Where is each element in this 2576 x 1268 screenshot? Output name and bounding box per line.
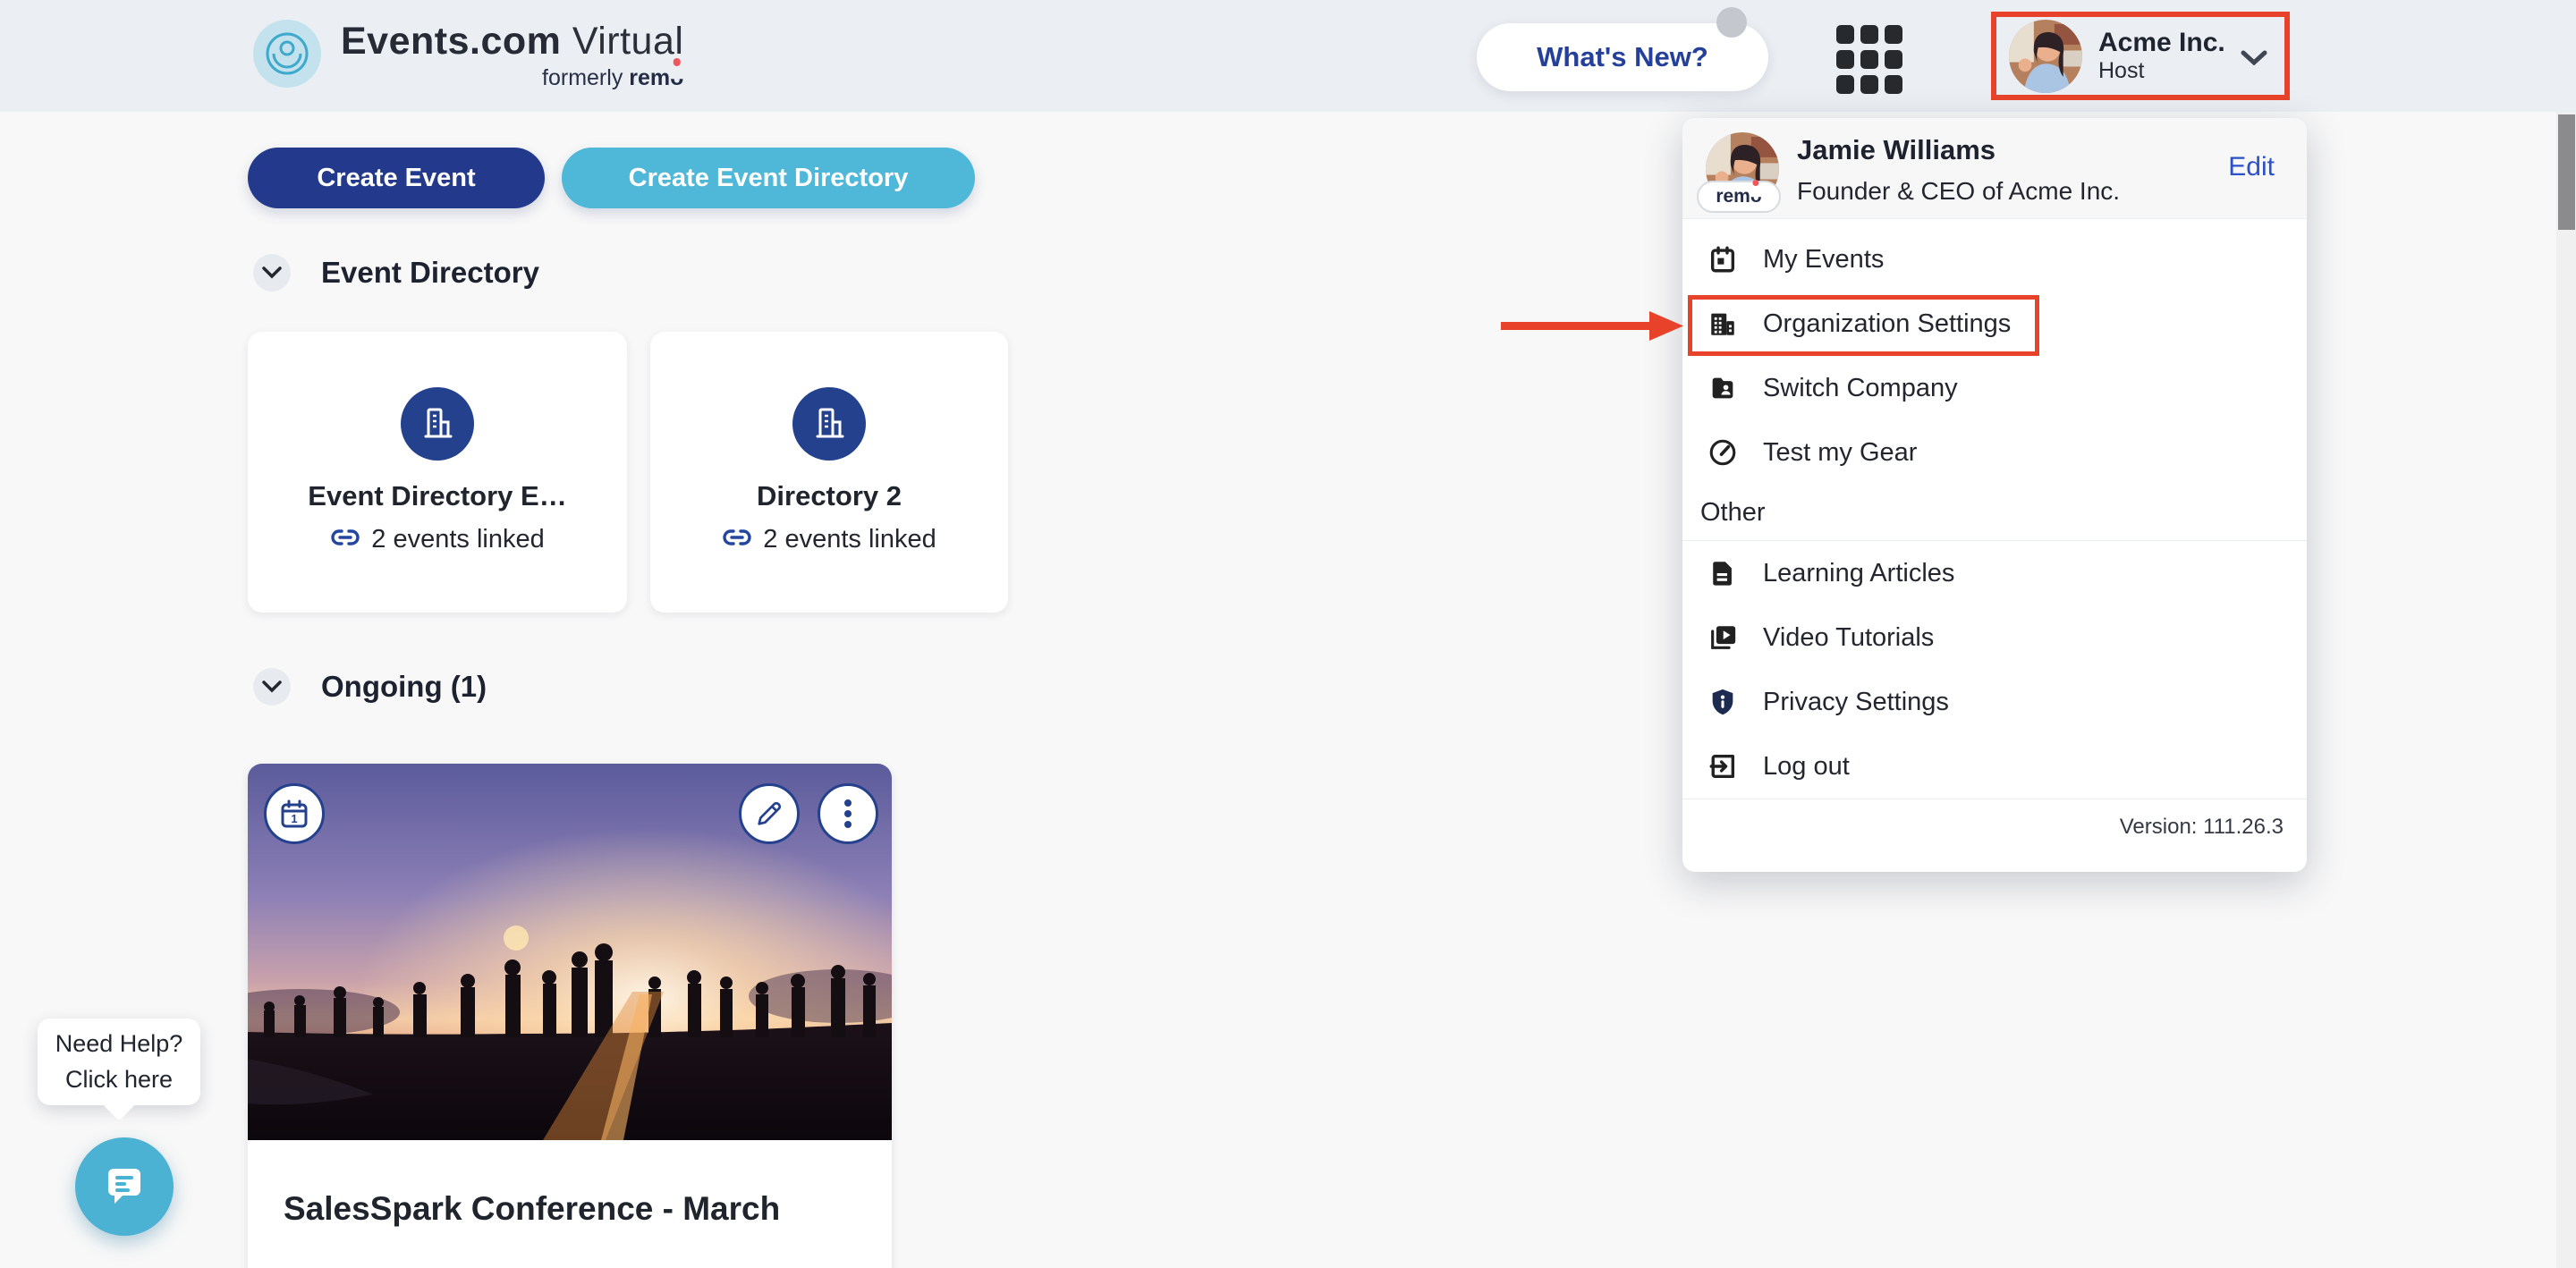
- menu-item-my-events[interactable]: My Events: [1682, 227, 2307, 292]
- video-library-icon: [1704, 622, 1741, 653]
- account-text: Acme Inc. Host: [2098, 28, 2225, 84]
- notification-dot: [1716, 7, 1747, 38]
- section-title: Ongoing (1): [321, 670, 487, 703]
- event-directory-section-header: Event Directory: [253, 254, 539, 292]
- event-title: SalesSpark Conference - March: [284, 1190, 781, 1227]
- remo-smile-glyph: ᴗ: [670, 65, 684, 90]
- events-logo-icon: [253, 20, 321, 88]
- scrollbar-track[interactable]: [2556, 112, 2576, 1268]
- create-event-directory-button[interactable]: Create Event Directory: [562, 148, 975, 208]
- building-icon: [401, 387, 474, 461]
- menu-item-switch-company[interactable]: Switch Company: [1682, 356, 2307, 420]
- speedometer-icon: [1704, 437, 1741, 468]
- collapse-chevron-icon[interactable]: [253, 668, 291, 706]
- scrollbar-thumb[interactable]: [2558, 114, 2575, 230]
- event-cover-photo: 1: [248, 764, 892, 1140]
- link-icon: [722, 525, 752, 554]
- directory-card-title: Event Directory E…: [308, 480, 567, 511]
- top-header: Events.com Virtual formerly remᴗ What's …: [0, 0, 2576, 112]
- organization-icon: [1704, 309, 1741, 339]
- edit-event-button[interactable]: [739, 783, 800, 844]
- collapse-chevron-icon[interactable]: [253, 254, 291, 292]
- dropdown-user-header: rem ᴗ Jamie Williams Founder & CEO of Acm…: [1682, 118, 2307, 219]
- menu-item-video-tutorials[interactable]: Video Tutorials: [1682, 605, 2307, 670]
- edit-profile-link[interactable]: Edit: [2228, 152, 2275, 182]
- dropdown-menu-list: My Events Organization Settings Switch C…: [1682, 219, 2307, 855]
- brand-name-bold: Events.com: [341, 20, 562, 63]
- directory-card-title: Directory 2: [757, 480, 902, 511]
- logout-icon: [1704, 751, 1741, 782]
- event-card[interactable]: 1 SalesSpark Conference - March: [248, 764, 892, 1268]
- remo-badge: rem ᴗ: [1697, 181, 1781, 213]
- directory-card-1[interactable]: Event Directory E… 2 events linked: [248, 332, 627, 613]
- account-dropdown-menu: rem ᴗ Jamie Williams Founder & CEO of Acm…: [1682, 118, 2307, 872]
- create-event-button[interactable]: Create Event: [248, 148, 545, 208]
- directory-card-2[interactable]: Directory 2 2 events linked: [650, 332, 1008, 613]
- link-icon: [330, 525, 360, 554]
- brand-text: Events.com Virtual formerly remᴗ: [341, 20, 683, 91]
- menu-section-other: Other: [1700, 497, 1766, 527]
- linked-events: 2 events linked: [722, 525, 936, 554]
- menu-item-test-my-gear[interactable]: Test my Gear: [1682, 420, 2307, 485]
- menu-item-learning-articles[interactable]: Learning Articles: [1682, 541, 2307, 605]
- account-company: Acme Inc.: [2098, 27, 2225, 57]
- page: Events.com Virtual formerly remᴗ What's …: [0, 0, 2576, 1268]
- event-date-badge: 1: [264, 783, 325, 844]
- dropdown-avatar: rem ᴗ: [1697, 132, 1781, 213]
- user-subtitle: Founder & CEO of Acme Inc.: [1797, 177, 2121, 205]
- account-role: Host: [2098, 58, 2145, 84]
- folder-user-icon: [1704, 373, 1741, 403]
- menu-item-log-out[interactable]: Log out: [1682, 734, 2307, 799]
- apps-grid-icon[interactable]: [1836, 25, 1904, 94]
- menu-item-organization-settings[interactable]: Organization Settings: [1682, 292, 2307, 356]
- section-title: Event Directory: [321, 256, 539, 289]
- account-menu-trigger[interactable]: Acme Inc. Host: [1991, 12, 2290, 100]
- user-name: Jamie Williams: [1797, 134, 1996, 165]
- brand-logo: Events.com Virtual formerly remᴗ: [253, 20, 683, 91]
- brand-name-light: Virtual: [572, 20, 684, 63]
- shield-info-icon: [1704, 687, 1741, 717]
- article-icon: [1704, 558, 1741, 588]
- linked-events: 2 events linked: [330, 525, 545, 554]
- svg-text:1: 1: [291, 812, 297, 825]
- help-chat-button[interactable]: [75, 1137, 174, 1236]
- annotation-arrow: [1501, 308, 1683, 348]
- chat-bubble-icon: [101, 1162, 148, 1213]
- brand-name: Events.com Virtual: [341, 20, 683, 63]
- event-more-options-button[interactable]: [818, 783, 878, 844]
- avatar: [2009, 19, 2082, 93]
- ongoing-section-header: Ongoing (1): [253, 668, 487, 706]
- help-tooltip: Need Help? Click here: [38, 1019, 200, 1105]
- menu-item-privacy-settings[interactable]: Privacy Settings: [1682, 670, 2307, 734]
- calendar-icon: [1704, 244, 1741, 275]
- brand-tagline: formerly remᴗ: [542, 65, 684, 90]
- building-icon: [792, 387, 866, 461]
- app-version: Version: 111.26.3: [2119, 815, 2284, 839]
- chevron-down-icon: [2240, 48, 2268, 72]
